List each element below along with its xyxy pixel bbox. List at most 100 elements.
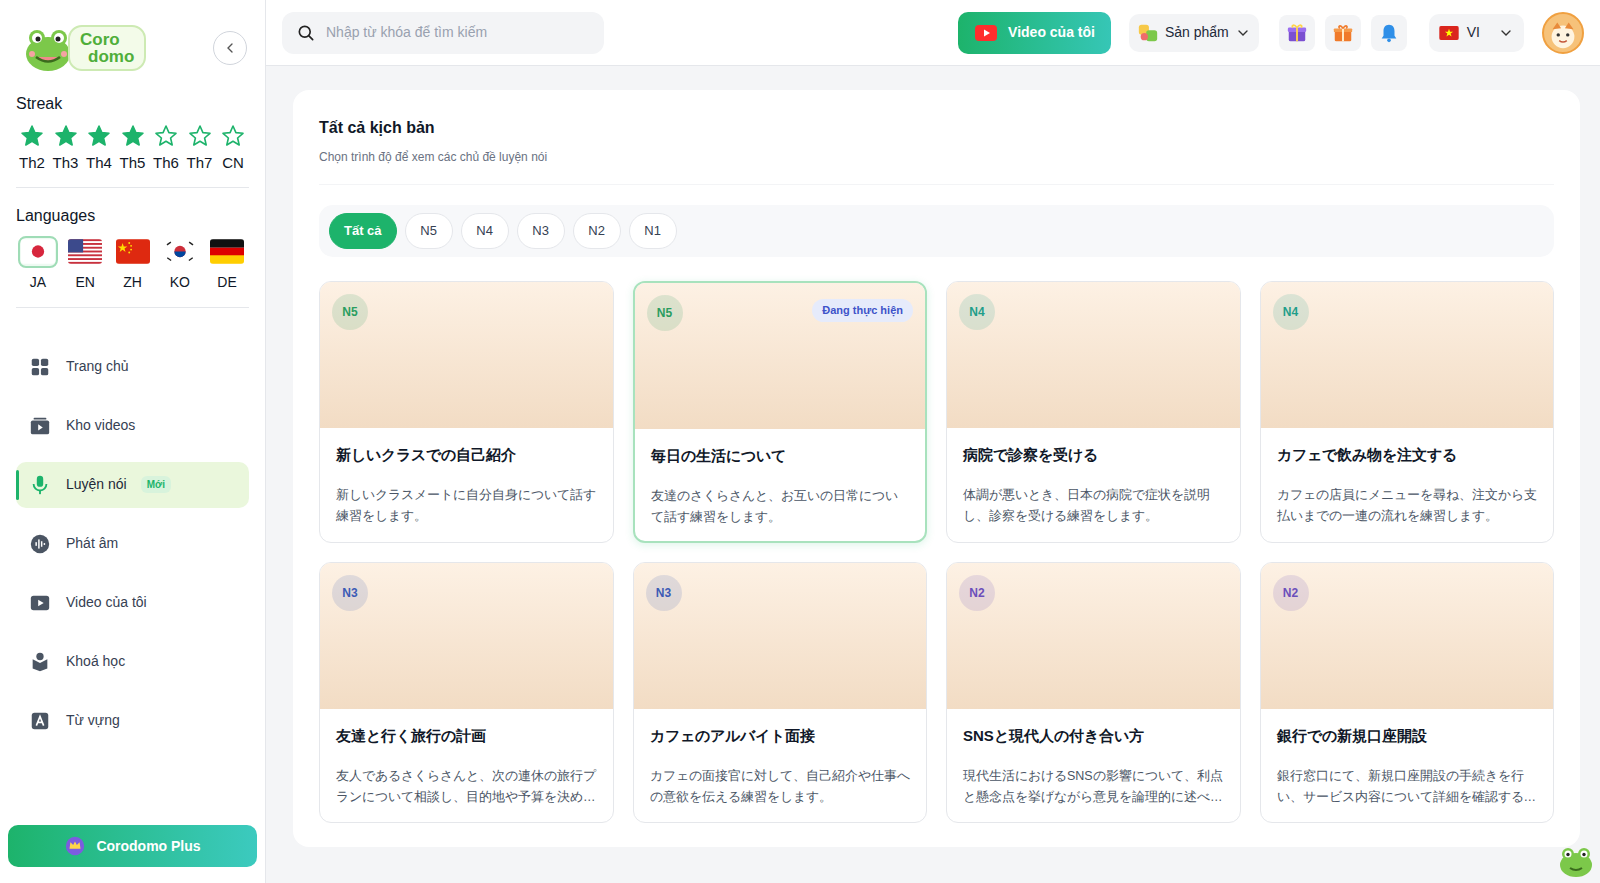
language-item[interactable]: JA: [16, 236, 60, 293]
filter-pill[interactable]: N5: [405, 213, 453, 249]
scenario-card[interactable]: N2SNSと現代人の付き合い方現代生活におけるSNSの影響について、利点と懸念点…: [946, 562, 1241, 822]
level-badge: N4: [959, 294, 995, 330]
scenario-card[interactable]: N3カフェのアルバイト面接カフェの面接官に対して、自己紹介や仕事への意欲を伝える…: [633, 562, 928, 822]
notification-button[interactable]: [1371, 15, 1407, 51]
filter-label: N4: [476, 223, 493, 238]
scenario-description: カフェの店員にメニューを尋ね、注文から支払いまでの一連の流れを練習します。: [1277, 485, 1538, 526]
sidebar-label: Khoá học: [66, 651, 125, 672]
language-code: EN: [76, 272, 95, 293]
active-indicator: [16, 470, 19, 500]
scenario-description: 新しいクラスメートに自分自身について話す練習をします。: [336, 485, 597, 526]
scenario-card[interactable]: N5Đang thực hiện毎日の生活について友達のさくらさんと、お互いの日…: [633, 281, 928, 543]
products-dropdown[interactable]: Sản phẩm: [1129, 14, 1259, 52]
card-body: 新しいクラスでの自己紹介新しいクラスメートに自分自身について話す練習をします。: [320, 428, 613, 540]
filter-pill[interactable]: Tất cả: [329, 213, 397, 249]
scenario-card[interactable]: N3 友達と行く旅行の計画友人であるさくらさんと、次の連休の旅行プランについて相談…: [319, 562, 614, 822]
sidebar-item[interactable]: Từ vựng: [16, 698, 249, 744]
scenario-title: 友達と行く旅行の計画: [336, 725, 597, 746]
language-flag[interactable]: [207, 236, 247, 268]
level-badge: N5: [647, 295, 683, 331]
scenario-description: 友人であるさくらさんと、次の連休の旅行プランについて相談し、目的地や予算を決め…: [336, 766, 597, 807]
filter-label: N5: [420, 223, 437, 238]
sidebar-item[interactable]: Kho videos: [16, 403, 249, 449]
language-label: VI: [1467, 22, 1480, 43]
star-icon: [188, 124, 212, 148]
streak-day: Th6: [150, 124, 182, 175]
language-flag[interactable]: [113, 236, 153, 268]
language-item[interactable]: KO: [158, 236, 202, 293]
filter-pill[interactable]: N1: [629, 213, 677, 249]
language-item[interactable]: DE: [205, 236, 249, 293]
day-label: Th6: [153, 152, 179, 175]
card-body: SNSと現代人の付き合い方現代生活におけるSNSの影響について、利点と懸念点を挙…: [947, 709, 1240, 821]
streak-title: Streak: [16, 92, 249, 116]
scenario-description: 現代生活におけるSNSの影響について、利点と懸念点を挙げながら意見を論理的に述べ…: [963, 766, 1224, 807]
logo-line: Coro: [80, 31, 134, 48]
sidebar-item[interactable]: Trang chủ: [16, 344, 249, 390]
card-body: 銀行での新規口座開設銀行窓口にて、新規口座開設の手続きを行い、サービス内容につい…: [1261, 709, 1554, 821]
scenario-title: カフェで飲み物を注文する: [1277, 444, 1538, 465]
level-badge: N5: [332, 294, 368, 330]
streak-day: Th2: [16, 124, 48, 175]
language-item[interactable]: EN: [63, 236, 107, 293]
scenario-title: 毎日の生活について: [651, 445, 910, 466]
star-icon: [54, 124, 78, 148]
filter-pill[interactable]: N3: [517, 213, 565, 249]
star-icon: [20, 124, 44, 148]
vietnam-flag-icon: [1439, 26, 1459, 40]
star-icon: [221, 124, 245, 148]
streak-day: CN: [217, 124, 249, 175]
sidebar-label: Phát âm: [66, 533, 118, 554]
scenario-description: 友達のさくらさんと、お互いの日常について話す練習をします。: [651, 486, 910, 527]
language-code: ZH: [123, 272, 142, 293]
language-code: JA: [30, 272, 46, 293]
scenario-card[interactable]: N4カフェで飲み物を注文するカフェの店員にメニューを尋ね、注文から支払いまでの一…: [1260, 281, 1555, 543]
sidebar-item[interactable]: Luyện nóiMới: [16, 462, 249, 508]
plus-button[interactable]: Corodomo Plus: [8, 825, 257, 867]
language-flag[interactable]: [65, 236, 105, 268]
language-list: JA EN ZH KODE: [16, 236, 249, 293]
my-video-button[interactable]: Video của tôi: [958, 12, 1111, 54]
scenario-description: 銀行窓口にて、新規口座開設の手続きを行い、サービス内容について詳細を確認する…: [1277, 766, 1538, 807]
avatar[interactable]: [1542, 12, 1584, 54]
scenario-title: カフェのアルバイト面接: [650, 725, 911, 746]
language-flag[interactable]: [160, 236, 200, 268]
sidebar-item[interactable]: Phát âm: [16, 521, 249, 567]
bell-icon: [1378, 22, 1400, 44]
sidebar-item[interactable]: Khoá học: [16, 639, 249, 685]
streak-day: Th3: [50, 124, 82, 175]
search-input[interactable]: [326, 22, 590, 43]
streak-day: Th4: [83, 124, 115, 175]
frog-helper-icon: [1556, 839, 1596, 879]
language-item[interactable]: ZH: [111, 236, 155, 293]
scenario-illustration: N5Đang thực hiện: [635, 283, 926, 429]
chevron-down-icon: [1235, 25, 1251, 41]
gift-box-button[interactable]: [1279, 15, 1315, 51]
chevron-down-icon: [1498, 25, 1514, 41]
filter-pill[interactable]: N2: [573, 213, 621, 249]
gift-icon: [1332, 22, 1354, 44]
sidebar-item[interactable]: Video của tôi: [16, 580, 249, 626]
filter-pill[interactable]: N4: [461, 213, 509, 249]
logo[interactable]: Corodomo: [22, 24, 146, 72]
products-label: Sản phẩm: [1165, 22, 1229, 43]
help-mascot[interactable]: [1556, 839, 1596, 879]
gift-button[interactable]: [1325, 15, 1361, 51]
scenario-card[interactable]: N2銀行での新規口座開設銀行窓口にて、新規口座開設の手続きを行い、サービス内容に…: [1260, 562, 1555, 822]
scenario-card[interactable]: N4病院で診察を受ける体調が悪いとき、日本の病院で症状を説明し、診察を受ける練習…: [946, 281, 1241, 543]
new-badge: Mới: [141, 476, 171, 493]
scenario-title: 新しいクラスでの自己紹介: [336, 444, 597, 465]
scenario-illustration: N3: [320, 563, 613, 709]
crown-icon: [64, 835, 86, 857]
search-box[interactable]: [282, 12, 604, 54]
card-body: カフェのアルバイト面接カフェの面接官に対して、自己紹介や仕事への意欲を伝える練習…: [634, 709, 927, 821]
language-dropdown[interactable]: VI: [1429, 14, 1524, 52]
divider: [16, 187, 249, 188]
sidebar-label: Video của tôi: [66, 592, 147, 613]
card-body: 毎日の生活について友達のさくらさんと、お互いの日常について話す練習をします。: [635, 429, 926, 541]
search-icon: [296, 23, 316, 43]
card-body: カフェで飲み物を注文するカフェの店員にメニューを尋ね、注文から支払いまでの一連の…: [1261, 428, 1554, 540]
scenario-card[interactable]: N5 新しいクラスでの自己紹介新しいクラスメートに自分自身について話す練習をします…: [319, 281, 614, 543]
language-flag[interactable]: [18, 236, 58, 268]
collapse-button[interactable]: [213, 31, 247, 65]
